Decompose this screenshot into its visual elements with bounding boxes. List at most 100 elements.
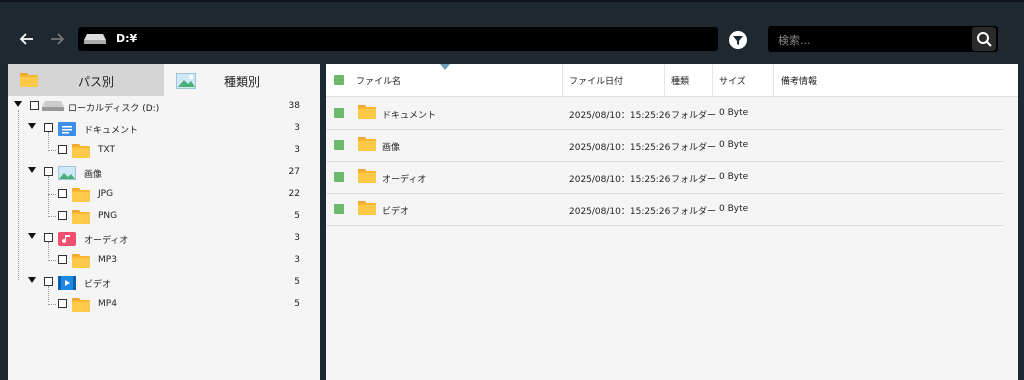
expand-toggle[interactable] (28, 277, 36, 283)
column-date[interactable]: ファイル日付 (569, 74, 623, 87)
tree-item-label: PNG (98, 211, 118, 221)
address-bar[interactable]: D:¥ (78, 27, 718, 51)
tree-item-count: 5 (294, 211, 300, 221)
table-row[interactable]: ビデオ 2025/08/10：15:25:26 フォルダー 0 Byte (326, 193, 1004, 226)
tab-type-label: 種類別 (224, 75, 261, 89)
checkbox[interactable] (44, 167, 53, 176)
filter-button[interactable] (729, 31, 747, 49)
file-name: 画像 (382, 143, 401, 153)
checkbox[interactable] (30, 101, 39, 110)
search-box[interactable]: 検索... (768, 26, 998, 52)
tree-item-label: JPG (98, 189, 114, 199)
checkbox[interactable] (58, 299, 67, 308)
tree-guide (48, 150, 56, 151)
file-size: 0 Byte (719, 172, 749, 182)
column-separator[interactable] (562, 64, 563, 96)
checkbox[interactable] (44, 277, 53, 286)
checkbox[interactable] (44, 233, 53, 242)
tree-item-label: 画像 (84, 170, 103, 180)
tree-item-mp3[interactable]: MP3 3 (8, 250, 320, 272)
tab-path[interactable]: パス別 (8, 64, 164, 96)
tree-item-mp4[interactable]: MP4 5 (8, 294, 320, 316)
tree-item-root[interactable]: ローカルディスク (D:) 38 (8, 96, 320, 118)
row-checkbox[interactable] (334, 140, 344, 150)
expand-toggle[interactable] (28, 167, 36, 173)
music-icon (58, 232, 76, 246)
table-row[interactable]: 画像 2025/08/10：15:25:26 フォルダー 0 Byte (326, 129, 1004, 162)
select-all-checkbox[interactable] (334, 75, 344, 85)
file-size: 0 Byte (719, 108, 749, 118)
toolbar: D:¥ 検索... (0, 0, 1024, 64)
folder-icon (72, 144, 90, 158)
drive-icon (84, 34, 106, 44)
tree-item-png[interactable]: PNG 5 (8, 206, 320, 228)
column-type[interactable]: 種類 (671, 74, 689, 87)
checkbox[interactable] (58, 255, 67, 264)
file-name: ドキュメント (382, 111, 437, 121)
file-type: フォルダー (671, 111, 717, 121)
search-button[interactable] (972, 27, 996, 51)
tree-item-label: MP4 (98, 299, 117, 309)
column-size[interactable]: サイズ (719, 74, 746, 87)
video-icon (58, 276, 76, 290)
image-icon (58, 166, 76, 180)
row-checkbox[interactable] (334, 108, 344, 118)
tree-item-images[interactable]: 画像 27 (8, 162, 320, 184)
checkbox[interactable] (44, 123, 53, 132)
folder-icon (358, 105, 376, 119)
row-checkbox[interactable] (334, 172, 344, 182)
tree-item-label: MP3 (98, 255, 117, 265)
sort-indicator-icon (440, 64, 450, 70)
expand-toggle[interactable] (14, 101, 22, 107)
expand-toggle[interactable] (28, 123, 36, 129)
folder-icon (72, 188, 90, 202)
document-icon (58, 122, 76, 136)
tab-path-label: パス別 (78, 75, 115, 89)
tree-item-count: 3 (294, 145, 300, 155)
file-date: 2025/08/10：15:25:26 (569, 143, 671, 153)
checkbox[interactable] (58, 211, 67, 220)
file-type: フォルダー (671, 143, 717, 153)
file-size: 0 Byte (719, 140, 749, 150)
search-input[interactable]: 検索... (778, 32, 811, 48)
tree-item-count: 27 (288, 167, 300, 177)
address-text: D:¥ (116, 32, 138, 45)
column-separator[interactable] (712, 64, 713, 96)
row-checkbox[interactable] (334, 204, 344, 214)
search-icon (977, 32, 992, 47)
tree-item-count: 38 (288, 101, 300, 111)
checkbox[interactable] (58, 145, 67, 154)
folder-icon (20, 73, 38, 87)
expand-toggle[interactable] (28, 233, 36, 239)
arrow-right-icon (51, 33, 65, 45)
tree-item-label: ドキュメント (84, 126, 139, 136)
tree-item-label: オーディオ (84, 236, 129, 246)
folder-icon (358, 169, 376, 183)
tree-item-documents[interactable]: ドキュメント 3 (8, 118, 320, 140)
drive-icon (42, 101, 64, 111)
column-name[interactable]: ファイル名 (356, 74, 401, 87)
tree-item-txt[interactable]: TXT 3 (8, 140, 320, 162)
tab-type[interactable]: 種類別 (164, 64, 320, 96)
tree-item-count: 3 (294, 123, 300, 133)
tree-item-label: ローカルディスク (D:) (68, 104, 160, 114)
tree-item-label: ビデオ (84, 280, 112, 290)
tree-guide (48, 304, 56, 305)
column-separator[interactable] (664, 64, 665, 96)
forward-button[interactable] (46, 28, 68, 50)
tree-item-audio[interactable]: オーディオ 3 (8, 228, 320, 250)
back-button[interactable] (16, 28, 38, 50)
table-row[interactable]: ドキュメント 2025/08/10：15:25:26 フォルダー 0 Byte (326, 97, 1004, 130)
arrow-left-icon (19, 33, 33, 45)
tree-guide (48, 194, 56, 195)
checkbox[interactable] (58, 189, 67, 198)
tree-item-count: 22 (288, 189, 300, 199)
tree-item-count: 5 (294, 277, 300, 287)
tree-item-jpg[interactable]: JPG 22 (8, 184, 320, 206)
folder-icon (72, 254, 90, 268)
tree-item-video[interactable]: ビデオ 5 (8, 272, 320, 294)
column-separator[interactable] (773, 64, 774, 96)
folder-icon (72, 298, 90, 312)
table-row[interactable]: オーディオ 2025/08/10：15:25:26 フォルダー 0 Byte (326, 161, 1004, 194)
column-note[interactable]: 備考情報 (781, 74, 817, 87)
